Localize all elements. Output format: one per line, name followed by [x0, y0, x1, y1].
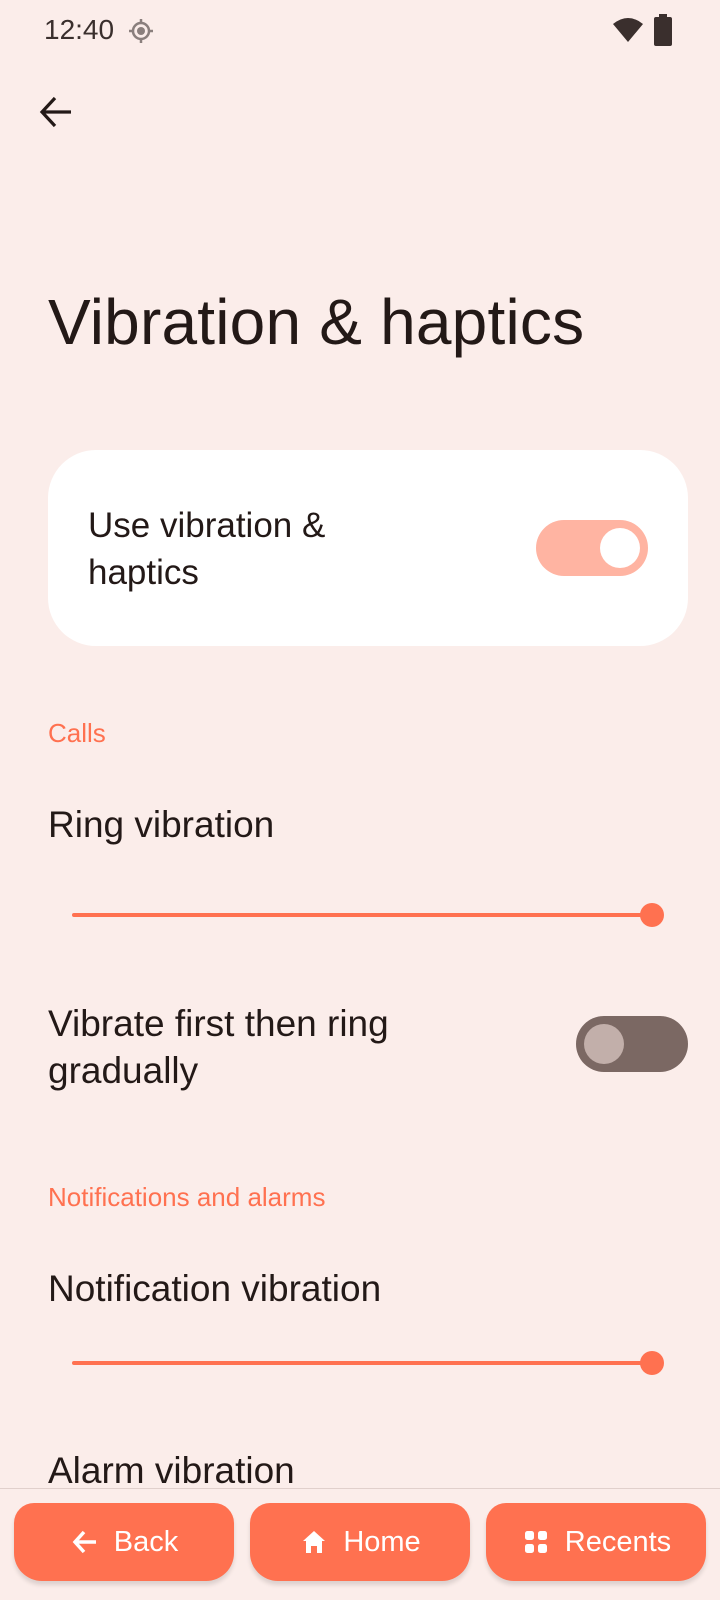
- bottom-nav-bar: Back Home Recents: [0, 1489, 720, 1600]
- nav-back-label: Back: [113, 1525, 179, 1558]
- nav-back-button[interactable]: Back: [14, 1503, 234, 1581]
- arrow-back-icon: [38, 94, 74, 135]
- use-vibration-card[interactable]: Use vibration & haptics: [48, 450, 688, 646]
- location-icon: [128, 18, 154, 44]
- slider-track: [72, 1361, 652, 1365]
- notifications-section-header: Notifications and alarms: [48, 1182, 326, 1212]
- slider-thumb[interactable]: [640, 1351, 664, 1375]
- status-time: 12:40: [44, 14, 115, 45]
- back-arrow-button[interactable]: [30, 88, 82, 140]
- home-icon: [299, 1527, 329, 1557]
- notification-vibration-label: Notification vibration: [48, 1268, 382, 1309]
- recents-grid-icon: [521, 1527, 551, 1557]
- arrow-back-icon: [70, 1527, 100, 1557]
- switch-knob: [584, 1024, 624, 1064]
- ring-vibration-label: Ring vibration: [48, 804, 275, 845]
- wifi-icon: [612, 16, 644, 44]
- use-vibration-label: Use vibration & haptics: [88, 506, 326, 592]
- alarm-vibration-label: Alarm vibration: [48, 1450, 295, 1491]
- page-title: Vibration & haptics: [48, 286, 585, 358]
- vibrate-first-switch[interactable]: [576, 1016, 688, 1072]
- vibrate-first-label: Vibrate first then ring gradually: [48, 1003, 389, 1091]
- nav-recents-label: Recents: [564, 1525, 672, 1558]
- status-bar: 12:40: [0, 0, 720, 60]
- slider-track: [72, 913, 652, 917]
- battery-icon: [654, 14, 672, 46]
- calls-section-header: Calls: [48, 718, 106, 748]
- nav-home-label: Home: [343, 1525, 421, 1558]
- slider-thumb[interactable]: [640, 903, 664, 927]
- notification-vibration-slider[interactable]: [72, 1350, 664, 1376]
- switch-knob: [600, 528, 640, 568]
- nav-recents-button[interactable]: Recents: [486, 1503, 706, 1581]
- ring-vibration-slider[interactable]: [72, 902, 664, 928]
- nav-home-button[interactable]: Home: [250, 1503, 470, 1581]
- use-vibration-switch[interactable]: [536, 520, 648, 576]
